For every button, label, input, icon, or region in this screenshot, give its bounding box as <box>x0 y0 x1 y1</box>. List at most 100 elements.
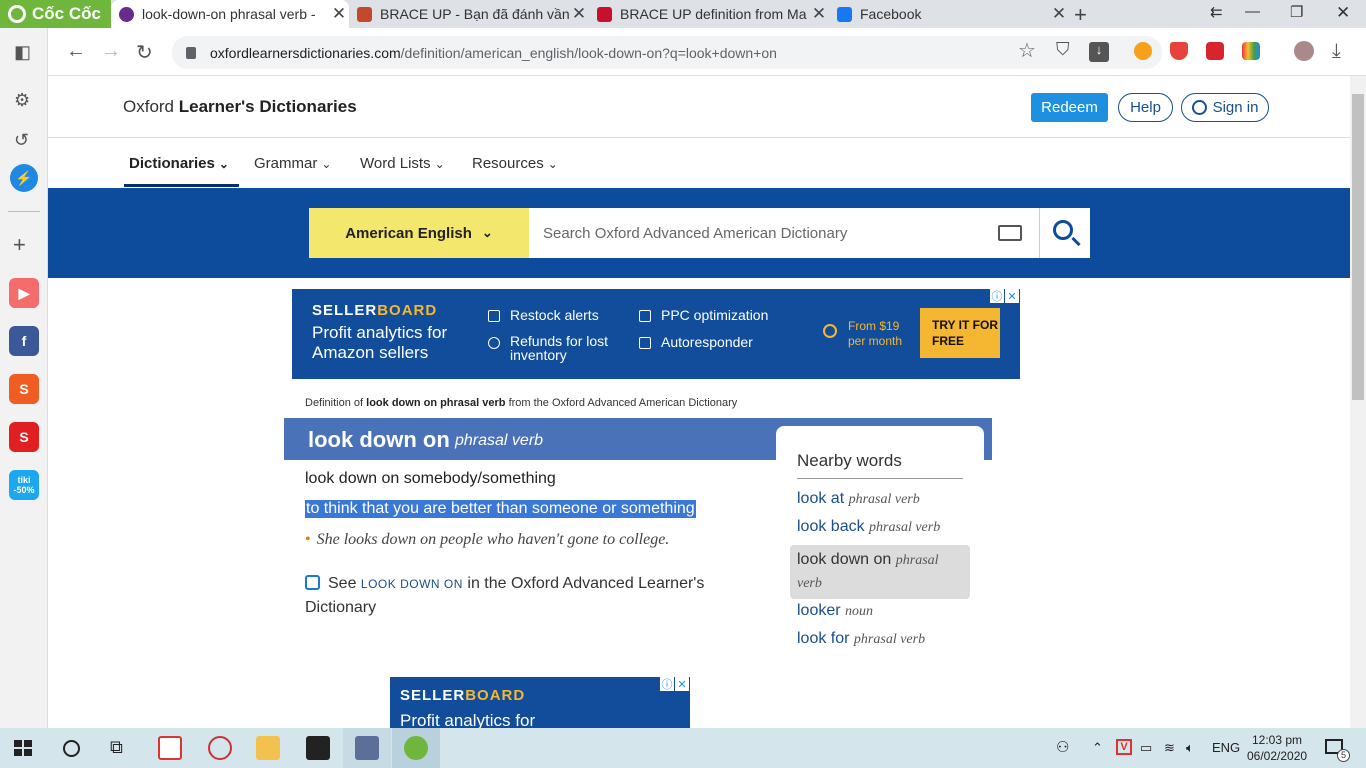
forward-arrow-icon[interactable]: → <box>101 40 121 63</box>
keyboard-icon[interactable] <box>998 225 1022 241</box>
messenger-icon[interactable]: ⚡ <box>10 164 38 192</box>
language-indicator[interactable]: ENG <box>1212 740 1240 755</box>
nearby-word-item[interactable]: look back phrasal verb <box>797 518 940 536</box>
ad-tagline: Profit analytics for <box>400 711 536 728</box>
tab-facebook[interactable]: Facebook ✕ <box>829 0 1069 28</box>
wifi-icon[interactable]: ≋ <box>1164 740 1175 756</box>
volume-icon[interactable]: 🔈︎ <box>1186 740 1194 756</box>
ad-feature-label: Autoresponder <box>661 334 753 350</box>
dictionary-select[interactable]: American English ⌄ <box>309 208 529 258</box>
help-button[interactable]: Help <box>1118 93 1173 122</box>
clock-time: 12:03 pm <box>1252 733 1303 747</box>
restore-icon[interactable]: ❐ <box>1290 3 1303 21</box>
advertisement-banner-bottom[interactable]: SELLERBOARD Profit analytics for ⓘ ✕ <box>390 677 690 728</box>
redeem-button[interactable]: Redeem <box>1031 93 1108 122</box>
close-tab-icon[interactable]: ✕ <box>809 4 829 24</box>
oald-link[interactable]: LOOK DOWN ON <box>361 577 463 591</box>
tab-brace-up-definition[interactable]: BRACE UP definition from Ma ✕ <box>589 0 829 28</box>
search-input[interactable] <box>529 208 989 258</box>
download-icon[interactable]: ↓ <box>1089 42 1109 62</box>
logo-prefix: Oxford <box>123 97 179 116</box>
tiki-icon[interactable]: tiki -50% <box>9 470 39 500</box>
youtube-icon[interactable]: ▶ <box>9 278 39 308</box>
tab-look-down-on[interactable]: look-down-on phrasal verb - ✕ <box>111 0 349 28</box>
user-icon <box>1191 100 1207 115</box>
settings-gear-icon[interactable]: ⚙ <box>14 90 30 111</box>
ad-close-icon[interactable]: ✕ <box>675 677 689 691</box>
nearby-pos: phrasal verb <box>869 520 941 535</box>
taskbar-app-sticky-icon[interactable] <box>306 736 330 760</box>
history-icon[interactable]: ↺ <box>14 130 29 151</box>
clock[interactable]: 12:03 pm 06/02/2020 <box>1247 732 1307 764</box>
ad-info-icon[interactable]: ⓘ <box>660 677 674 691</box>
taskbar-app-snip-icon[interactable] <box>208 736 232 760</box>
tab-title: look-down-on phrasal verb - <box>142 6 316 22</box>
facebook-favicon-icon <box>837 6 852 22</box>
windows-start-icon[interactable] <box>14 740 32 756</box>
sidebar-toggle-icon[interactable]: ◧ <box>14 42 31 63</box>
ad-brand: SELLERBOARD <box>400 687 525 704</box>
example-text: She looks down on people who haven't gon… <box>316 531 670 548</box>
close-tab-icon[interactable]: ✕ <box>569 4 589 24</box>
nearby-word-item[interactable]: look for phrasal verb <box>797 630 925 648</box>
url-field[interactable]: oxfordlearnersdictionaries.com/definitio… <box>172 36 1162 69</box>
nearby-word-current[interactable]: look down on phrasal verb <box>790 545 970 599</box>
ad-cta-button[interactable]: TRY IT FOR FREE <box>920 308 1000 358</box>
chevron-down-icon: ⌄ <box>547 157 558 171</box>
vietkey-icon[interactable]: V <box>1116 739 1132 755</box>
sign-in-button[interactable]: Sign in <box>1181 93 1269 122</box>
nav-word-lists[interactable]: Word Lists ⌄ <box>360 155 445 172</box>
shield-icon[interactable]: ⛉ <box>1056 39 1070 60</box>
ad-feature: Autoresponder <box>639 334 753 350</box>
coccoc-taskbar-icon[interactable] <box>404 736 428 760</box>
add-sidebar-app-icon[interactable]: + <box>13 232 26 258</box>
reload-icon[interactable]: ↻ <box>136 40 153 65</box>
advertisement-banner[interactable]: SELLERBOARD Profit analytics for Amazon … <box>292 289 1020 379</box>
site-logo[interactable]: Oxford Learner's Dictionaries <box>123 97 357 117</box>
nearby-word-item[interactable]: look at phrasal verb <box>797 490 920 508</box>
scrollbar-thumb[interactable] <box>1352 94 1364 400</box>
taskbar-app-tool-icon[interactable] <box>355 736 379 760</box>
ref-suffix: from the Oxford Advanced American Dictio… <box>505 397 738 409</box>
profile-avatar[interactable] <box>1294 41 1314 61</box>
search-button[interactable] <box>1039 208 1090 258</box>
facebook-icon[interactable]: f <box>9 326 39 356</box>
extension-chrome-icon[interactable] <box>1134 42 1152 60</box>
nav-dictionaries[interactable]: Dictionaries ⌄ <box>129 155 229 172</box>
extension-red-icon[interactable] <box>1206 42 1224 60</box>
nav-grammar[interactable]: Grammar ⌄ <box>254 155 331 172</box>
search-circle-icon[interactable] <box>63 740 80 757</box>
close-tab-icon[interactable]: ✕ <box>329 4 349 24</box>
search-banner: American English ⌄ <box>48 188 1350 278</box>
extension-shield-icon[interactable] <box>1170 42 1188 60</box>
battery-icon[interactable]: ▭ <box>1140 740 1152 756</box>
extension-colorful-icon[interactable] <box>1242 42 1260 60</box>
chevron-down-icon: ⌄ <box>434 157 445 171</box>
downloads-arrow-icon[interactable]: ⤓ <box>1332 40 1341 63</box>
clock-date: 06/02/2020 <box>1247 749 1308 763</box>
ad-close-icon[interactable]: ✕ <box>1005 289 1019 303</box>
ad-feature: Restock alerts <box>488 308 599 323</box>
tray-chevron-up-icon[interactable]: ⌃ <box>1092 740 1103 756</box>
tab-brace-up-vn[interactable]: BRACE UP - Bạn đã đánh vần ✕ <box>349 0 589 28</box>
sendo-icon[interactable]: S <box>9 422 39 452</box>
browser-brand-button[interactable]: Cốc Cốc <box>0 0 111 28</box>
ad-info-icon[interactable]: ⓘ <box>990 289 1004 303</box>
task-view-icon[interactable]: ⧉ <box>110 737 123 758</box>
taskbar-app-calendar-icon[interactable] <box>158 736 182 760</box>
close-window-icon[interactable]: ✕ <box>1336 3 1350 23</box>
file-explorer-icon[interactable] <box>256 736 280 760</box>
close-tab-icon[interactable]: ✕ <box>1049 4 1069 24</box>
nearby-word-item[interactable]: looker noun <box>797 602 873 620</box>
shopee-icon[interactable]: S <box>9 374 39 404</box>
new-tab-icon[interactable]: + <box>1074 2 1087 28</box>
nav-resources[interactable]: Resources ⌄ <box>472 155 558 172</box>
back-arrow-icon[interactable]: ← <box>66 40 86 63</box>
tab-title: BRACE UP definition from Ma <box>620 6 807 22</box>
people-icon[interactable]: ⚇ <box>1056 738 1069 756</box>
minimize-icon[interactable]: — <box>1245 3 1260 20</box>
tab-search-icon[interactable]: ⇇ <box>1210 3 1223 21</box>
bookmark-star-icon[interactable]: ☆ <box>1018 38 1036 63</box>
page-scrollbar[interactable] <box>1350 76 1366 728</box>
nav-label: Word Lists <box>360 155 431 172</box>
